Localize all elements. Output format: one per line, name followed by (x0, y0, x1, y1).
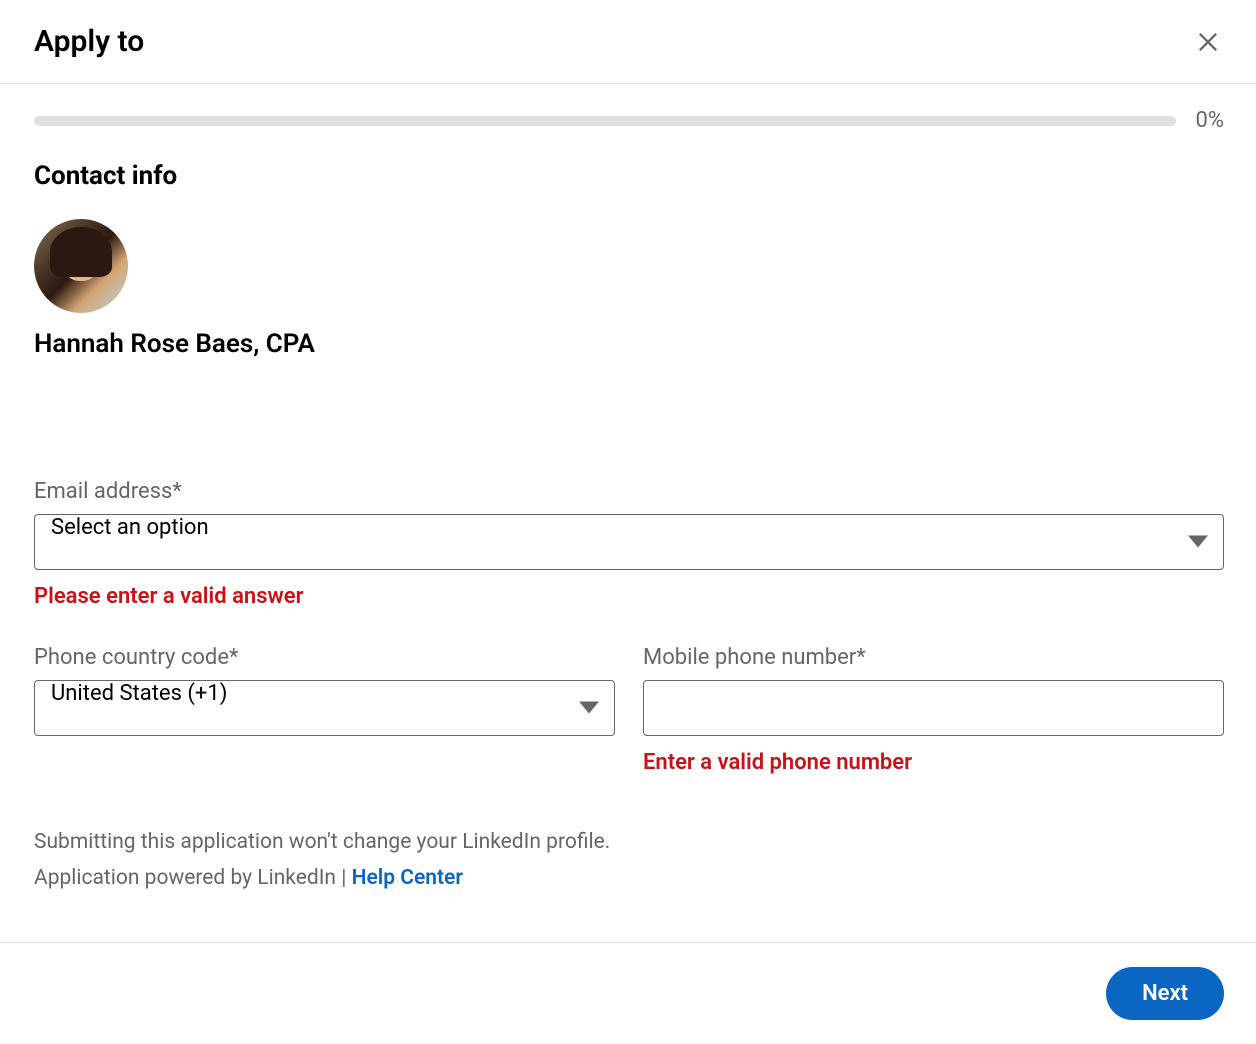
country-code-select[interactable]: United States (+1) (34, 680, 615, 736)
progress-row: 0% (34, 108, 1224, 133)
footer-line2: Application powered by LinkedIn | Help C… (34, 861, 1224, 897)
email-label: Email address* (34, 479, 1224, 504)
phone-error: Enter a valid phone number (643, 750, 1224, 775)
close-icon (1194, 28, 1222, 56)
next-button[interactable]: Next (1106, 967, 1224, 1020)
user-name: Hannah Rose Baes, CPA (34, 329, 1224, 359)
avatar (34, 219, 128, 313)
modal-content: 0% Contact info Hannah Rose Baes, CPA Em… (0, 84, 1256, 896)
modal-title: Apply to (34, 24, 144, 59)
phone-label: Mobile phone number* (643, 645, 1224, 670)
help-center-link[interactable]: Help Center (352, 866, 463, 890)
phone-group: Mobile phone number* Enter a valid phone… (643, 645, 1224, 775)
footer-line1: Submitting this application won't change… (34, 825, 1224, 861)
country-code-group: Phone country code* United States (+1) (34, 645, 615, 775)
country-code-label: Phone country code* (34, 645, 615, 670)
section-title: Contact info (34, 161, 1224, 191)
bottom-bar: Next (0, 942, 1256, 1044)
country-code-select-wrapper: United States (+1) (34, 680, 615, 736)
email-select-wrapper: Select an option (34, 514, 1224, 570)
modal-header: Apply to (0, 0, 1256, 84)
progress-bar (34, 116, 1176, 126)
footer-line2-prefix: Application powered by LinkedIn | (34, 866, 352, 890)
email-select[interactable]: Select an option (34, 514, 1224, 570)
phone-row: Phone country code* United States (+1) M… (34, 645, 1224, 775)
phone-input[interactable] (643, 680, 1224, 736)
progress-percent: 0% (1196, 108, 1224, 133)
email-group: Email address* Select an option Please e… (34, 479, 1224, 609)
footer-note: Submitting this application won't change… (34, 825, 1224, 896)
email-error: Please enter a valid answer (34, 584, 1224, 609)
close-button[interactable] (1192, 26, 1224, 58)
